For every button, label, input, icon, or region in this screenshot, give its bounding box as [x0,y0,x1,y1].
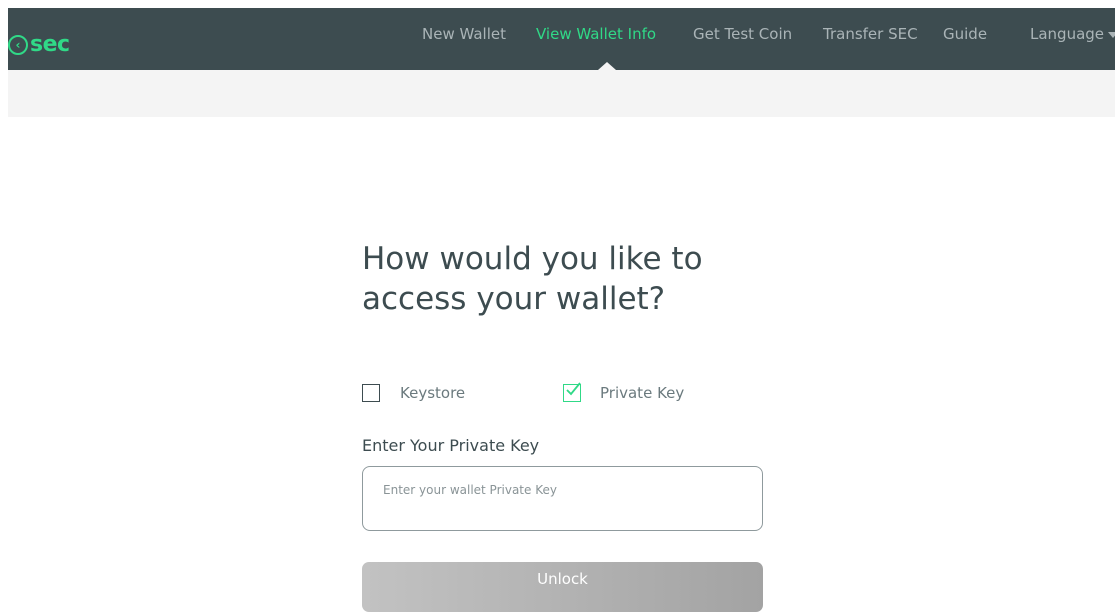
private-key-field-label: Enter Your Private Key [362,436,540,455]
page-title: How would you like to access your wallet… [362,241,703,317]
caret-down-icon [1108,31,1115,38]
private-key-label: Private Key [600,384,685,402]
option-keystore[interactable]: Keystore [362,381,465,405]
nav-transfer-sec[interactable]: Transfer SEC [823,25,918,43]
nav-menu: New Wallet View Wallet Info Get Test Coi… [8,8,1115,70]
unlock-button[interactable]: Unlock [362,562,763,612]
option-private-key[interactable]: Private Key [563,381,684,405]
private-key-input[interactable] [362,466,763,531]
nav-guide[interactable]: Guide [943,25,987,43]
private-key-checkbox[interactable] [563,382,581,402]
active-nav-pointer-icon [598,62,616,70]
keystore-label: Keystore [400,384,466,402]
nav-view-wallet-info[interactable]: View Wallet Info [536,25,656,43]
nav-language-dropdown[interactable]: Language [1030,25,1115,43]
checkmark-icon [566,382,581,396]
nav-get-test-coin[interactable]: Get Test Coin [693,25,792,43]
nav-new-wallet[interactable]: New Wallet [422,25,506,43]
top-navbar: ‹ sec New Wallet View Wallet Info Get Te… [8,8,1115,70]
keystore-checkbox[interactable] [362,384,380,402]
nav-language-label: Language [1030,25,1105,43]
sub-header-bar [8,70,1115,117]
